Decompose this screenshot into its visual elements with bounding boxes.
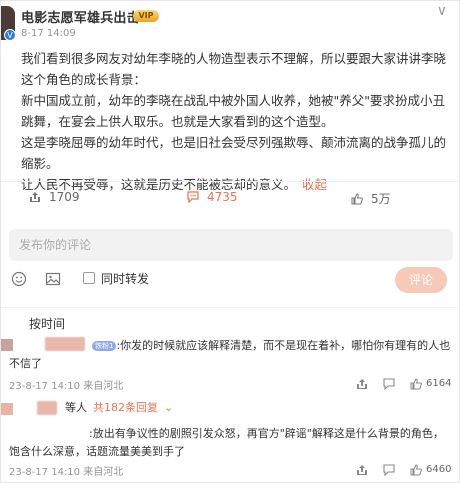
weibo-post-card: V 电影志愿军雄兵出击 VIP 8-17 14:09 ∨ 我们看到很多网友对幼年… xyxy=(0,0,460,483)
submit-comment-button[interactable]: 评论 xyxy=(395,267,447,293)
thumbs-up-icon[interactable] xyxy=(410,378,422,390)
repost-checkbox[interactable] xyxy=(83,272,95,284)
more-menu-icon[interactable]: ∨ xyxy=(437,3,447,19)
comment-button[interactable]: 4735 xyxy=(187,190,238,204)
comment-input[interactable] xyxy=(9,229,453,261)
fan-badge: 铁粉1 xyxy=(92,341,117,351)
reply-count-link[interactable]: 共182条回复 xyxy=(93,401,158,414)
reply-summary: 等人 共182条回复 ⌄ xyxy=(65,399,173,415)
post-paragraph: 新中国成立前，幼年的李晓在战乱中被外国人收养，她被"养父"要求扮成小丑跳舞，在宴… xyxy=(21,93,446,129)
comment-like-count: 6164 xyxy=(426,378,452,389)
vip-badge: VIP xyxy=(133,10,159,22)
comment-text: :你发的时候就应该解释清楚，而不是现在着补，哪怕你有理有的人也不信了 xyxy=(9,339,451,370)
sort-by-time-tab[interactable]: 按时间 xyxy=(29,315,65,332)
verified-badge: V xyxy=(4,29,16,41)
post-time[interactable]: 8-17 14:09 xyxy=(21,28,76,39)
compose-toolbar: 同时转发 评论 xyxy=(9,267,453,293)
comment-input-box xyxy=(9,229,453,261)
emoji-icon[interactable] xyxy=(11,271,27,287)
share-icon[interactable] xyxy=(356,378,368,390)
reply-icon[interactable] xyxy=(383,378,395,390)
share-icon[interactable] xyxy=(356,464,368,476)
like-count: 5万 xyxy=(371,192,391,206)
share-count: 1709 xyxy=(49,190,80,204)
comment-text-block: :放出有争议性的剧照引发众怒，再官方"辟谣"解释这是什么背景的角色，饱含什么深意… xyxy=(9,425,451,461)
repost-label: 同时转发 xyxy=(101,272,150,286)
replier-avatar[interactable] xyxy=(1,403,13,415)
post-header: V 电影志愿军雄兵出击 VIP 8-17 14:09 ∨ xyxy=(1,1,460,45)
post-paragraph: 这是李晓屈辱的幼年时代，也是旧社会受尽列强欺辱、颠沛流离的战争孤儿的缩影。 xyxy=(21,135,447,171)
thumbs-up-icon[interactable] xyxy=(410,464,422,476)
replier-name[interactable] xyxy=(37,401,57,415)
comment-time: 23-8-17 14:10 来自河北 xyxy=(9,381,124,392)
like-button[interactable]: 5万 xyxy=(351,190,391,207)
share-icon xyxy=(30,192,40,202)
author-name[interactable]: 电影志愿军雄兵出击 xyxy=(21,7,140,26)
comment-text-block: 铁粉1:你发的时候就应该解释清楚，而不是现在着补，哪怕你有理有的人也不信了 xyxy=(9,337,451,373)
reply-prefix: 等人 xyxy=(65,401,87,414)
post-body: 我们看到很多网友对幼年李晓的人物造型表示不理解，所以要跟大家讲讲李晓这个角色的成… xyxy=(21,48,449,195)
image-icon[interactable] xyxy=(45,271,61,287)
comment-icon xyxy=(187,191,199,203)
comment-like-count: 6460 xyxy=(426,464,452,475)
comment-text: :放出有争议性的剧照引发众怒，再官方"辟谣"解释这是什么背景的角色，饱含什么深意… xyxy=(9,427,444,458)
share-button[interactable]: 1709 xyxy=(29,190,80,204)
comment-time: 23-8-17 14:10 来自河北 xyxy=(9,467,124,478)
comment-sort-bar: 按时间 xyxy=(1,307,460,333)
reply-icon[interactable] xyxy=(383,464,395,476)
chevron-down-icon[interactable]: ⌄ xyxy=(164,401,173,414)
comment-count: 4735 xyxy=(207,190,238,204)
action-bar: 1709 4735 5万 xyxy=(1,181,460,211)
thumbs-up-icon xyxy=(351,193,363,205)
post-paragraph: 我们看到很多网友对幼年李晓的人物造型表示不理解，所以要跟大家讲讲李晓这个角色的成… xyxy=(21,51,447,87)
